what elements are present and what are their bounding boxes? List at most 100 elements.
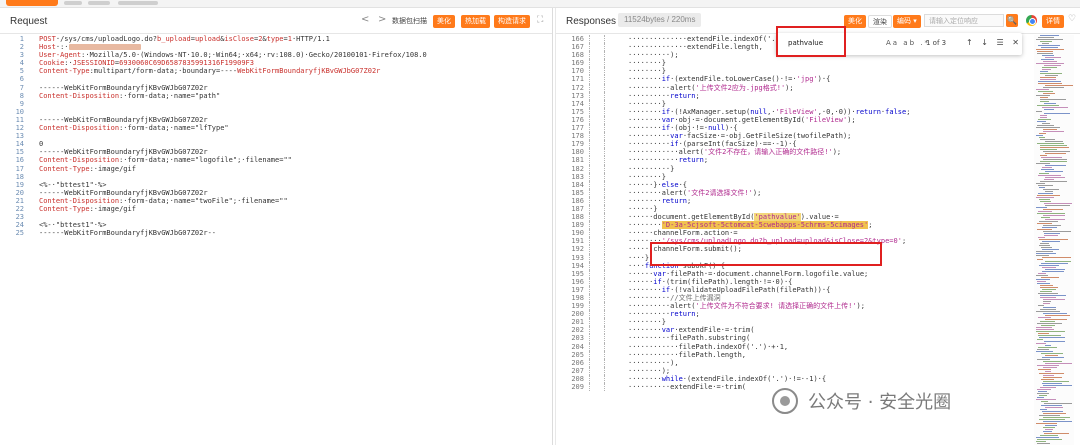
code-line[interactable]: 172 ··········alert('上传文件2应为.jpg格式!'); <box>556 83 1026 92</box>
code-line[interactable]: 182 ··········} <box>556 164 1026 173</box>
code-line[interactable]: 7 ------WebKitFormBoundaryfjKBvGWJbG07Z02… <box>0 84 552 92</box>
response-code-editor[interactable]: 166 ··············extendFile.indexOf('.')… <box>556 35 1026 445</box>
code-line[interactable]: 201 ········} <box>556 318 1026 327</box>
top-orange-button[interactable] <box>6 0 58 6</box>
code-line[interactable]: 204 ············filePath.indexOf('.')·+·1… <box>556 342 1026 351</box>
code-line[interactable]: 11 ------WebKitFormBoundaryfjKBvGWJbG07Z0… <box>0 116 552 124</box>
code-line[interactable]: 12 Content-Disposition:·form-data;·name="… <box>0 124 552 132</box>
code-line[interactable]: 196 ······if·(trim(filePath).length·!=·0)… <box>556 277 1026 287</box>
find-options[interactable]: Aa ab .* <box>886 39 930 47</box>
code-line[interactable]: 22 Content-Type:·image/gif <box>0 205 552 213</box>
code-line[interactable]: 189 ········'D-3a-5cjsoft-5ctomcat-5cweba… <box>556 221 1026 230</box>
code-line[interactable]: 2 Host·:· <box>0 43 552 51</box>
code-line[interactable]: 170 ········} <box>556 67 1026 76</box>
code-line[interactable]: 3 User-Agent:·Mozilla/5.0·(Windows·NT·10.… <box>0 51 552 59</box>
code-line[interactable]: 4 Cookie:·JSESSIONID=6930060C69D658783599… <box>0 59 552 67</box>
code-line[interactable]: 202 ········var·extendFile·=·trim( <box>556 326 1026 335</box>
line-number: 190 <box>571 229 584 238</box>
response-search-input[interactable]: 请输入定位响应 <box>924 14 1004 27</box>
minimap-line <box>1042 107 1068 108</box>
heart-icon[interactable]: ♡ <box>1068 14 1076 24</box>
code-line[interactable]: 173 ··········return; <box>556 91 1026 100</box>
code-line[interactable]: 24 <%-·"bttest1"·%> <box>0 221 552 229</box>
code-line[interactable]: 180 ············alert('文件2不存在，请输入正确的文件路径!… <box>556 148 1026 157</box>
code-line[interactable]: 186 ········return; <box>556 196 1026 206</box>
encoding-dropdown[interactable]: 编码 ▾ <box>893 15 921 28</box>
code-line[interactable]: 187 ······} <box>556 204 1026 214</box>
code-line[interactable]: 199 ··········alert('上传文件为不符合要求! 请选择正确的文件… <box>556 302 1026 311</box>
minimap-line <box>1036 311 1060 312</box>
code-line[interactable]: 188 ······document.getElementById('pathva… <box>556 213 1026 222</box>
code-line[interactable]: 207 ········); <box>556 366 1026 376</box>
code-line[interactable]: 10 <box>0 108 552 116</box>
code-line[interactable]: 208 ········while·(extendFile.indexOf('.'… <box>556 374 1026 384</box>
code-line[interactable]: 198 ··········//文件上传漏洞 <box>556 294 1026 303</box>
minimap-line <box>1042 267 1056 268</box>
code-line[interactable]: 177 ········if·(obj·!=·null)·{ <box>556 124 1026 133</box>
code-line[interactable]: 190 ······channelForm.action·= <box>556 229 1026 238</box>
line-number: 18 <box>15 172 24 181</box>
code-line[interactable]: 21 Content-Disposition:·form-data;·name="… <box>0 197 552 205</box>
code-line[interactable]: 205 ············filePath.length, <box>556 350 1026 359</box>
code-line[interactable]: 23 <box>0 213 552 221</box>
code-line[interactable]: 200 ··········return; <box>556 310 1026 319</box>
top-tab[interactable] <box>88 1 110 5</box>
back-arrow-icon[interactable]: < <box>361 14 369 25</box>
code-line[interactable]: 184 ······}·else·{ <box>556 180 1026 189</box>
forward-arrow-icon[interactable]: > <box>378 14 386 25</box>
code-line[interactable]: 183 ········} <box>556 172 1026 181</box>
code-text: ········while·(extendFile.indexOf('.')·!… <box>584 374 826 384</box>
code-line[interactable]: 181 ············return; <box>556 156 1026 165</box>
top-tab[interactable] <box>64 1 82 5</box>
code-line[interactable]: 175 ········if·(!AxManager.setup(null,·'F… <box>556 107 1026 117</box>
detail-button[interactable]: 详情 <box>1042 15 1064 28</box>
code-minimap[interactable] <box>1034 35 1074 445</box>
minimap-line <box>1037 229 1052 230</box>
construct-request-button[interactable]: 构造请求 <box>494 15 530 28</box>
code-line[interactable]: 178 ··········var·facSize·=·obj.GetFileSi… <box>556 132 1026 141</box>
code-line[interactable]: 206 ··········), <box>556 358 1026 367</box>
code-line[interactable]: 25 ------WebKitFormBoundaryfjKBvGWJbG07Z0… <box>0 229 552 237</box>
render-button[interactable]: 渲染 <box>868 15 892 28</box>
hotload-button[interactable]: 热加载 <box>461 15 490 28</box>
find-nav-icons[interactable]: ↑ ↓ ☰ ✕ <box>966 38 1022 47</box>
code-line[interactable]: 203 ··········filePath.substring( <box>556 334 1026 343</box>
minimap-line <box>1043 307 1056 308</box>
code-line[interactable]: 17 Content-Type:·image/gif <box>0 165 552 173</box>
request-code-editor[interactable]: 1 POST·/sys/cms/uploadLogo.do?b_upload=up… <box>0 35 552 237</box>
code-line[interactable]: 20 ------WebKitFormBoundaryfjKBvGWJbG07Z0… <box>0 189 552 197</box>
code-line[interactable]: 18 <box>0 173 552 181</box>
code-line[interactable]: 195 ······var·filePath·=·document.channel… <box>556 269 1026 278</box>
beautify-button[interactable]: 美化 <box>433 15 455 28</box>
minimap-line <box>1044 113 1070 114</box>
minimap-line <box>1040 99 1066 100</box>
code-line[interactable]: 13 <box>0 132 552 140</box>
code-line[interactable]: 9 <box>0 100 552 108</box>
line-number: 4 <box>19 59 24 68</box>
expand-icon[interactable]: ⛶ <box>537 15 543 25</box>
code-line[interactable]: 6 <box>0 75 552 83</box>
beautify-button[interactable]: 美化 <box>844 15 866 28</box>
packet-scan-label[interactable]: 数据包扫描 <box>392 16 427 26</box>
minimap-line <box>1041 325 1055 326</box>
minimap-line <box>1038 237 1045 238</box>
code-text: ··········return; <box>584 91 700 100</box>
code-line[interactable]: 15 ------WebKitFormBoundaryfjKBvGWJbG07Z0… <box>0 148 552 156</box>
code-line[interactable]: 169 ········} <box>556 59 1026 68</box>
chrome-icon[interactable] <box>1026 15 1037 26</box>
code-line[interactable]: 185 ········alert('文件2请选择文件!'); <box>556 188 1026 197</box>
code-line[interactable]: 174 ········} <box>556 99 1026 108</box>
code-line[interactable]: 197 ········if·(!validateUploadFilePath(f… <box>556 285 1026 295</box>
line-number: 183 <box>571 172 584 181</box>
code-line[interactable]: 19 <%-·"bttest1"·%> <box>0 181 552 189</box>
code-line[interactable]: 16 Content-Disposition:·form-data;·name="… <box>0 156 552 164</box>
code-line[interactable]: 8 Content-Disposition:·form-data;·name="p… <box>0 92 552 100</box>
code-line[interactable]: 1 POST·/sys/cms/uploadLogo.do?b_upload=up… <box>0 35 552 43</box>
code-line[interactable]: 171 ········if·(extendFile.toLowerCase()·… <box>556 75 1026 84</box>
code-line[interactable]: 176 ········var·obj·=·document.getElement… <box>556 115 1026 125</box>
top-tab[interactable] <box>118 1 158 5</box>
search-icon[interactable]: 🔍 <box>1006 14 1018 27</box>
minimap-line <box>1036 111 1042 112</box>
code-line[interactable]: 14 0 <box>0 140 552 148</box>
code-line[interactable]: 5 Content-Type:multipart/form-data;·bound… <box>0 67 552 75</box>
